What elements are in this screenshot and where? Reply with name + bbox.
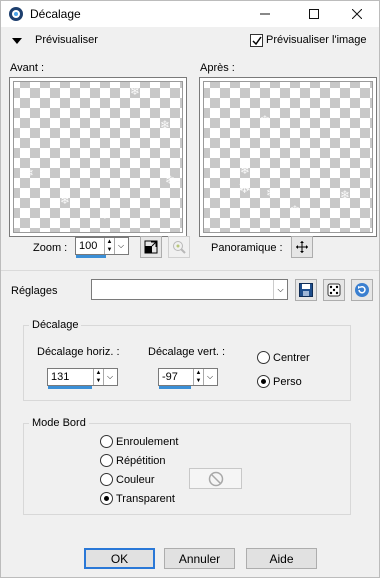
spin-down-icon[interactable]: ▼ [194,377,203,385]
title-bar[interactable]: Décalage [1,1,379,27]
app-icon [8,6,24,22]
zoom-stepper[interactable]: 100 ▲ ▼ ⌵ [75,237,129,258]
chevron-down-icon[interactable]: ⌵ [114,238,127,254]
after-preview-border [203,81,373,233]
repeat-radio[interactable] [100,454,113,467]
snowflake-decoration: ❄ [260,113,271,127]
after-label: Après : [200,62,235,74]
snowflake-decoration: ❄ [240,163,251,177]
preview-bar: Prévisualiser Prévisualiser l'image [1,27,379,53]
snowflake-decoration: ❄ [266,186,277,200]
horizontal-offset-value: 131 [51,371,70,383]
custom-radio-label: Perso [273,376,302,388]
horizontal-offset-spin-buttons[interactable]: ▲ ▼ ⌵ [93,369,117,385]
before-preview[interactable]: ❄ ❄ ❄ ❄ ❄ ❄ [9,77,187,237]
repeat-radio-label: Répétition [116,455,166,467]
horizontal-offset-label: Décalage horiz. : [37,346,120,358]
help-button[interactable]: Aide [246,548,317,569]
pan-move-icon[interactable] [291,236,313,258]
snowflake-decoration: ❄ [60,193,71,207]
vertical-offset-label: Décalage vert. : [148,346,226,358]
offset-dialog: Décalage Prévisualiser Prévisualiser l'i… [0,0,380,578]
center-radio-label: Centrer [273,352,310,364]
spin-up-icon[interactable]: ▲ [194,369,203,377]
minimize-icon[interactable] [242,1,288,27]
settings-label: Réglages [11,285,58,297]
zoom-actual-size-icon[interactable] [168,236,190,258]
center-radio[interactable] [257,351,270,364]
triangle-down-icon[interactable] [12,38,22,44]
separator [1,270,379,271]
settings-preset-select[interactable]: ⌵ [91,279,288,300]
ok-button[interactable]: OK [84,548,155,569]
color-swatch-button[interactable] [189,468,242,489]
offset-group-title: Décalage [29,319,82,331]
zoom-spin-buttons[interactable]: ▲ ▼ ⌵ [104,238,128,254]
preview-label: Prévisualiser [35,34,98,46]
spin-up-icon[interactable]: ▲ [105,238,114,246]
horizontal-offset-focus-bar [48,386,92,389]
transparent-radio[interactable] [100,492,113,505]
spin-down-icon[interactable]: ▼ [105,246,114,254]
window-title: Décalage [30,7,81,21]
close-icon[interactable] [334,1,380,27]
snowflake-decoration: ❄ [24,166,35,180]
preview-image-label: Prévisualiser l'image [266,34,367,46]
before-preview-border [13,81,183,233]
snowflake-decoration: ❄ [290,203,301,217]
custom-radio[interactable] [257,375,270,388]
vertical-offset-value: -97 [162,371,178,383]
zoom-focus-bar [76,255,106,258]
wrap-radio[interactable] [100,435,113,448]
snowflake-decoration: ❄ [165,173,176,187]
maximize-icon[interactable] [291,1,337,27]
before-label: Avant : [10,62,45,74]
vertical-offset-spin-buttons[interactable]: ▲ ▼ ⌵ [193,369,217,385]
color-radio-label: Couleur [116,474,155,486]
snowflake-decoration: ❄ [160,118,171,132]
spin-down-icon[interactable]: ▼ [94,377,103,385]
reset-icon[interactable] [351,279,373,301]
spin-up-icon[interactable]: ▲ [94,369,103,377]
color-radio[interactable] [100,473,113,486]
zoom-label: Zoom : [33,242,68,254]
zoom-value: 100 [79,240,98,252]
preview-image-checkbox[interactable] [250,34,263,47]
vertical-offset-stepper[interactable]: -97 ▲ ▼ ⌵ [158,368,218,389]
edge-mode-group-title: Mode Bord [29,417,89,429]
chevron-down-icon[interactable]: ⌵ [203,369,216,385]
snowflake-decoration: ❄ [340,188,351,202]
zoom-to-fit-icon[interactable] [140,236,162,258]
no-color-icon [208,471,223,486]
snowflake-decoration: ❄ [100,208,111,222]
save-icon[interactable] [295,279,317,301]
chevron-down-icon[interactable]: ⌵ [273,280,287,299]
snowflake-decoration: ❄ [130,84,141,98]
chevron-down-icon[interactable]: ⌵ [103,369,116,385]
edge-mode-groupbox [23,423,351,515]
snowflake-decoration: ❄ [238,180,252,197]
transparent-radio-label: Transparent [116,493,175,505]
pan-label: Panoramique : [211,242,283,254]
after-preview[interactable]: ❄ ❄ ❄ ❄ ❄ ❄ [199,77,377,237]
dice-icon[interactable] [323,279,345,301]
wrap-radio-label: Enroulement [116,436,179,448]
cancel-button[interactable]: Annuler [164,548,235,569]
vertical-offset-focus-bar [159,386,191,389]
horizontal-offset-stepper[interactable]: 131 ▲ ▼ ⌵ [47,368,118,389]
